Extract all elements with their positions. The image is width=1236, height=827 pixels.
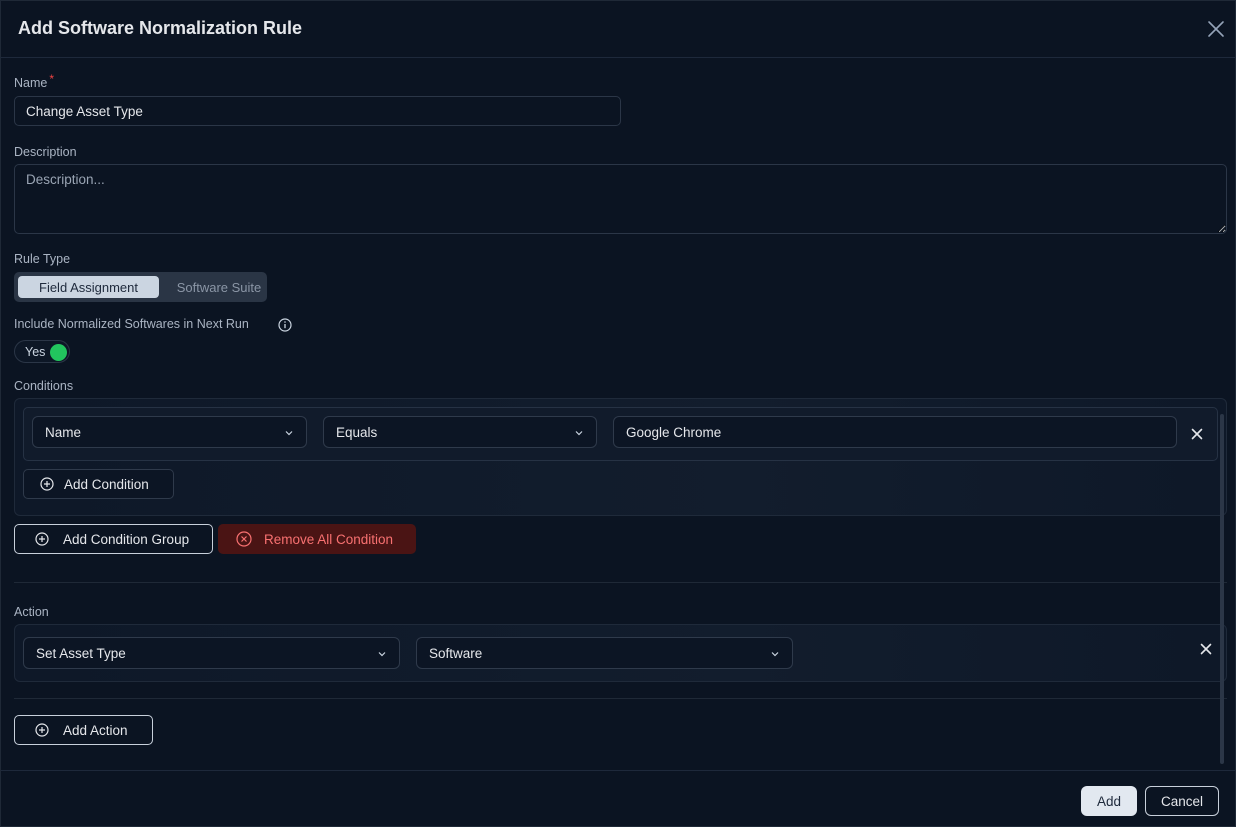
scrollbar[interactable] <box>1220 414 1224 764</box>
normalization-rule-dialog: Add Software Normalization Rule Name * Ch… <box>0 0 1236 827</box>
remove-condition-icon[interactable] <box>1190 427 1204 441</box>
name-input[interactable]: Change Asset Type <box>14 96 621 126</box>
chevron-down-icon <box>575 431 583 436</box>
remove-action-icon[interactable] <box>1199 642 1213 656</box>
remove-all-conditions-label: Remove All Condition <box>264 531 394 547</box>
add-condition-group-label: Add Condition Group <box>63 531 190 547</box>
condition-field-value: Name <box>45 424 82 440</box>
close-icon[interactable] <box>1206 19 1226 39</box>
include-normalized-toggle[interactable]: Yes <box>14 340 70 363</box>
add-condition-label: Add Condition <box>64 476 149 492</box>
condition-operator-value: Equals <box>336 424 378 440</box>
add-action-button[interactable]: Add Action <box>14 715 153 745</box>
chevron-down-icon <box>378 652 386 657</box>
include-normalized-label: Include Normalized Softwares in Next Run <box>14 317 249 331</box>
rule-type-field-assignment[interactable]: Field Assignment <box>18 276 159 298</box>
section-divider <box>14 582 1227 583</box>
add-condition-button[interactable]: Add Condition <box>23 469 174 499</box>
cancel-button[interactable]: Cancel <box>1145 786 1219 816</box>
plus-circle-icon <box>40 477 54 491</box>
chevron-down-icon <box>771 652 779 657</box>
condition-value-input[interactable]: Google Chrome <box>613 416 1177 448</box>
dialog-title: Add Software Normalization Rule <box>18 18 303 38</box>
conditions-label: Conditions <box>14 379 74 393</box>
action-label: Action <box>14 605 49 619</box>
plus-circle-icon <box>35 532 49 546</box>
required-mark: * <box>49 72 55 86</box>
toggle-knob <box>50 344 67 361</box>
add-action-label: Add Action <box>63 722 128 738</box>
x-circle-icon <box>236 531 252 547</box>
toggle-label: Yes <box>25 345 46 359</box>
condition-field-select[interactable]: Name <box>32 416 307 448</box>
plus-circle-icon <box>35 723 49 737</box>
name-label: Name * <box>14 72 54 90</box>
section-divider <box>14 698 1227 699</box>
action-type-select[interactable]: Set Asset Type <box>23 637 400 669</box>
rule-type-software-suite[interactable]: Software Suite <box>164 276 274 298</box>
name-label-text: Name <box>14 76 48 90</box>
add-button[interactable]: Add <box>1081 786 1137 816</box>
condition-operator-select[interactable]: Equals <box>323 416 597 448</box>
condition-value-text: Google Chrome <box>626 424 722 440</box>
action-value-text: Software <box>429 645 483 661</box>
info-icon[interactable] <box>278 318 292 332</box>
description-textarea[interactable] <box>14 164 1227 234</box>
footer-divider <box>1 770 1236 771</box>
rule-type-label: Rule Type <box>14 252 71 266</box>
add-condition-group-button[interactable]: Add Condition Group <box>14 524 213 554</box>
rule-type-segmented-control: Field Assignment Software Suite <box>14 272 267 302</box>
action-value-select[interactable]: Software <box>416 637 793 669</box>
remove-all-conditions-button[interactable]: Remove All Condition <box>218 524 416 554</box>
description-label: Description <box>14 145 77 159</box>
action-type-value: Set Asset Type <box>36 645 126 661</box>
dialog-header: Add Software Normalization Rule <box>1 1 1236 58</box>
chevron-down-icon <box>285 431 293 436</box>
